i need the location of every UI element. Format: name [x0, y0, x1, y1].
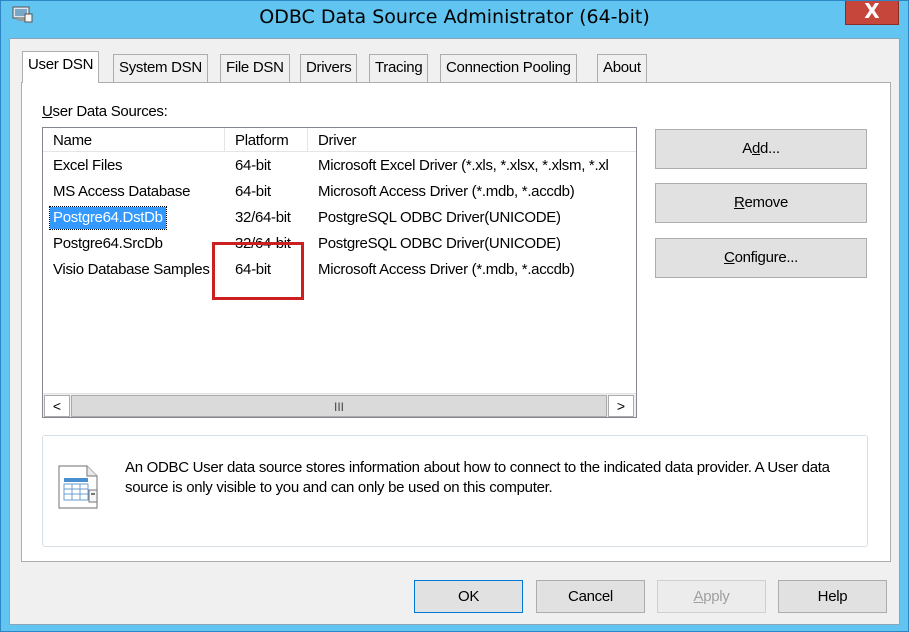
help-button[interactable]: Help — [778, 580, 887, 613]
list-item[interactable]: MS Access Database 64-bit Microsoft Acce… — [43, 179, 636, 205]
list-item[interactable]: Postgre64.SrcDb 32/64-bit PostgreSQL ODB… — [43, 231, 636, 257]
label-text: ser Data Sources: — [52, 103, 168, 120]
remove-label-mnemonic: R — [733, 194, 745, 211]
dialog-client-area: User DSN System DSN File DSN Drivers Tra… — [9, 38, 900, 625]
apply-label-mnemonic: A — [693, 588, 704, 605]
window-title: ODBC Data Source Administrator (64-bit) — [259, 6, 650, 28]
dsn-name: Visio Database Samples — [53, 261, 210, 278]
dsn-driver: Microsoft Excel Driver (*.xls, *.xlsx, *… — [318, 157, 609, 174]
list-item[interactable]: Excel Files 64-bit Microsoft Excel Drive… — [43, 153, 636, 179]
column-header-driver[interactable]: Driver — [308, 128, 636, 152]
title-bar[interactable]: ODBC Data Source Administrator (64-bit) … — [1, 1, 908, 37]
dsn-platform: 64-bit — [235, 261, 271, 278]
list-header: Name Platform Driver — [43, 128, 636, 152]
user-dsn-panel: User Data Sources: Name Platform Driver … — [21, 82, 891, 562]
remove-label-post: emove — [744, 194, 789, 211]
label-mnemonic: U — [42, 103, 53, 120]
dsn-platform: 32/64-bit — [235, 209, 291, 226]
dsn-name: Postgre64.DstDb — [49, 206, 167, 230]
cancel-button[interactable]: Cancel — [536, 580, 645, 613]
apply-button[interactable]: Apply — [657, 580, 766, 613]
dsn-driver: Microsoft Access Driver (*.mdb, *.accdb) — [318, 261, 575, 278]
list-item-selected[interactable]: Postgre64.DstDb 32/64-bit PostgreSQL ODB… — [43, 205, 636, 231]
tab-drivers[interactable]: Drivers — [300, 54, 358, 82]
add-button[interactable]: Add... — [655, 129, 867, 169]
add-label-post: d... — [760, 140, 780, 157]
info-description: An ODBC User data source stores informat… — [125, 459, 830, 496]
configure-button[interactable]: Configure... — [655, 238, 867, 278]
info-group-box: An ODBC User data source stores informat… — [42, 435, 868, 547]
tab-connection-pooling[interactable]: Connection Pooling — [440, 54, 577, 82]
scroll-right-button[interactable]: > — [608, 395, 634, 417]
configure-label-mnemonic: C — [724, 249, 735, 266]
dsn-platform: 64-bit — [235, 157, 271, 174]
dsn-platform: 32/64-bit — [235, 235, 291, 252]
configure-label-post: onfigure... — [734, 249, 799, 266]
tab-system-dsn[interactable]: System DSN — [113, 54, 208, 82]
tab-user-dsn[interactable]: User DSN — [22, 51, 100, 83]
dsn-name: Excel Files — [53, 157, 123, 174]
dsn-driver: Microsoft Access Driver (*.mdb, *.accdb) — [318, 183, 575, 200]
apply-label-rest: pply — [703, 588, 730, 605]
dsn-name: Postgre64.SrcDb — [53, 235, 163, 252]
column-header-name[interactable]: Name — [43, 128, 225, 152]
dsn-name: MS Access Database — [53, 183, 191, 200]
horizontal-scrollbar[interactable]: < III > — [43, 393, 636, 417]
scrollbar-thumb[interactable]: III — [71, 395, 607, 417]
scroll-left-button[interactable]: < — [44, 395, 70, 417]
tab-about[interactable]: About — [597, 54, 647, 82]
data-source-icon — [58, 465, 98, 509]
data-sources-list[interactable]: Name Platform Driver Excel Files 64-bit … — [42, 127, 637, 418]
odbc-admin-window: ODBC Data Source Administrator (64-bit) … — [0, 0, 909, 632]
dsn-driver: PostgreSQL ODBC Driver(UNICODE) — [318, 209, 561, 226]
list-item[interactable]: Visio Database Samples 64-bit Microsoft … — [43, 257, 636, 283]
ok-button[interactable]: OK — [414, 580, 523, 613]
tab-tracing[interactable]: Tracing — [369, 54, 429, 82]
column-header-platform[interactable]: Platform — [225, 128, 308, 152]
dsn-driver: PostgreSQL ODBC Driver(UNICODE) — [318, 235, 561, 252]
dsn-platform: 64-bit — [235, 183, 271, 200]
tab-file-dsn[interactable]: File DSN — [220, 54, 290, 82]
remove-button[interactable]: Remove — [655, 183, 867, 223]
close-button[interactable]: X — [845, 1, 899, 25]
add-label-mnemonic: d — [752, 140, 761, 157]
user-data-sources-label: User Data Sources: — [42, 103, 168, 120]
add-label-pre: A — [742, 140, 752, 157]
